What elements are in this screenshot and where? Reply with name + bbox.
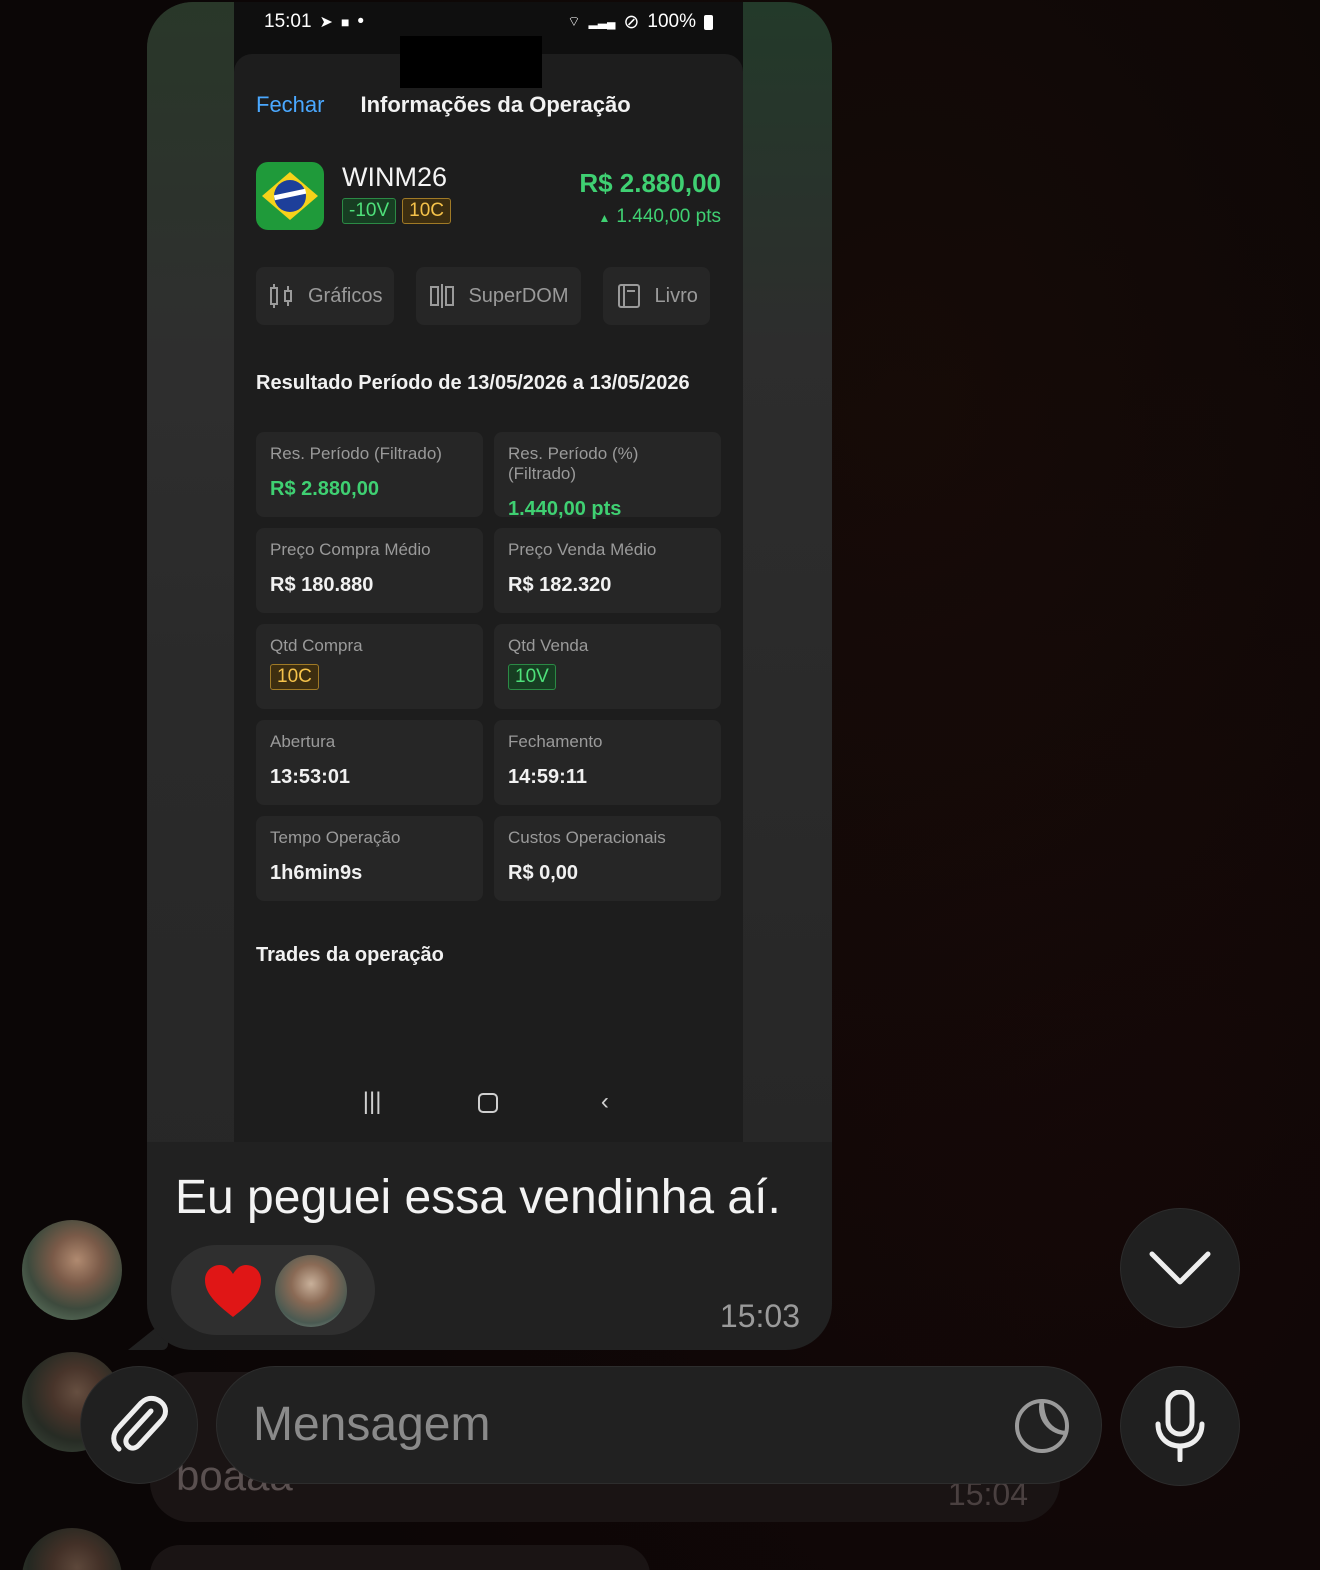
candlestick-chart-icon — [270, 284, 292, 308]
metric-value: 1.440,00 pts — [508, 498, 622, 520]
reaction-pill[interactable] — [171, 1245, 375, 1335]
status-time: 15:01 — [264, 11, 312, 32]
book-label: Livro — [654, 284, 698, 307]
metric-value: 14:59:11 — [508, 766, 587, 788]
brazil-flag-icon — [256, 162, 324, 230]
charts-label: Gráficos — [308, 284, 383, 307]
wifi-icon: ⌔ — [567, 13, 581, 29]
metric-label: Res. Período (%) (Filtrado) — [508, 444, 639, 483]
charts-button[interactable]: Gráficos — [256, 267, 395, 325]
asset-ticker: WINM26 — [342, 162, 448, 192]
operation-sheet: Fechar Informações da Operação WINM26 -1… — [234, 54, 743, 1142]
telegram-icon: ➤ — [319, 14, 333, 31]
sell-qty-tag: 10V — [508, 664, 556, 690]
attach-button[interactable] — [80, 1366, 198, 1484]
redaction-box — [400, 36, 542, 88]
metric-label: Preço Venda Médio — [508, 540, 657, 559]
tool-buttons: Gráficos SuperDOM Livro — [256, 267, 710, 325]
message-bubble[interactable] — [150, 1545, 650, 1570]
android-nav-bar: ||| ‹ — [234, 1062, 743, 1142]
metric-label: Qtd Venda — [508, 636, 589, 655]
book-button[interactable]: Livro — [602, 267, 710, 325]
metric-value: R$ 182.320 — [508, 574, 612, 596]
metric-value: R$ 180.880 — [270, 574, 374, 596]
message-bubble[interactable]: 15:01 ➤ ■ • ⌔ ▂▃▄ ⊘ 100% Fechar Informaç… — [147, 2, 832, 1350]
message-placeholder: Mensagem — [253, 1398, 491, 1451]
arrow-up-icon: ▲ — [598, 211, 611, 225]
superdom-label: SuperDOM — [468, 284, 569, 307]
metric-card: Res. Período (Filtrado) R$ 2.880,00 — [256, 432, 483, 517]
superdom-button[interactable]: SuperDOM — [416, 267, 581, 325]
metric-label: Tempo Operação — [270, 828, 401, 847]
metric-label: Qtd Compra — [270, 636, 363, 655]
sell-qty-tag: -10V — [342, 198, 397, 224]
battery-icon — [704, 14, 713, 30]
metrics-grid: Res. Período (Filtrado) R$ 2.880,00 Res.… — [256, 432, 721, 901]
close-button[interactable]: Fechar — [256, 92, 324, 118]
metric-label: Fechamento — [508, 732, 603, 751]
metric-value: 13:53:01 — [270, 766, 351, 788]
voice-button[interactable] — [1120, 1366, 1240, 1486]
trades-title: Trades da operação — [256, 944, 444, 966]
home-icon[interactable] — [468, 1082, 508, 1122]
result-points: ▲ 1.440,00 pts — [598, 206, 721, 227]
back-icon[interactable]: ‹ — [585, 1082, 625, 1122]
metric-card: Qtd Venda 10V — [494, 624, 721, 709]
metric-card: Preço Compra Médio R$ 180.880 — [256, 528, 483, 613]
metric-label: Abertura — [270, 732, 336, 751]
scroll-down-button[interactable] — [1120, 1208, 1240, 1328]
metric-value: 1h6min9s — [270, 862, 363, 884]
message-caption: Eu peguei essa vendinha aí. — [175, 1171, 781, 1224]
message-input[interactable]: Mensagem — [216, 1366, 1102, 1484]
attached-screenshot[interactable]: 15:01 ➤ ■ • ⌔ ▂▃▄ ⊘ 100% Fechar Informaç… — [234, 2, 743, 1142]
book-icon — [617, 284, 640, 308]
image-blur-right — [740, 2, 832, 1142]
metric-card: Abertura 13:53:01 — [256, 720, 483, 805]
buy-qty-tag: 10C — [270, 664, 319, 690]
metric-card: Preço Venda Médio R$ 182.320 — [494, 528, 721, 613]
metric-label: Custos Operacionais — [508, 828, 666, 847]
buy-qty-tag: 10C — [402, 198, 451, 224]
recents-icon[interactable]: ||| — [352, 1082, 392, 1122]
asset-header: WINM26 -10V 10C R$ 2.880,00 ▲ 1.440,00 pt… — [256, 162, 721, 234]
heart-icon — [205, 1265, 261, 1317]
sender-avatar[interactable] — [22, 1220, 122, 1320]
notification-dot-icon: • — [357, 11, 365, 32]
result-value: R$ 2.880,00 — [579, 168, 721, 198]
signal-icon: ▂▃▄ — [588, 15, 616, 29]
microphone-icon — [1155, 1390, 1205, 1462]
metric-card: Res. Período (%) (Filtrado) 1.440,00 pts — [494, 432, 721, 520]
reactor-avatar — [275, 1255, 347, 1327]
paperclip-icon — [111, 1395, 168, 1452]
metric-value: R$ 0,00 — [508, 862, 579, 884]
metric-card: Fechamento 14:59:11 — [494, 720, 721, 805]
superdom-icon — [430, 284, 455, 308]
sticker-icon[interactable] — [1013, 1397, 1071, 1455]
metric-card: Custos Operacionais R$ 0,00 — [494, 816, 721, 901]
chevron-down-icon — [1149, 1251, 1211, 1285]
metric-value: R$ 2.880,00 — [270, 478, 379, 500]
metric-card: Qtd Compra 10C — [256, 624, 483, 709]
period-title: Resultado Período de 13/05/2026 a 13/05/… — [256, 372, 690, 394]
metric-label: Res. Período (Filtrado) — [270, 444, 442, 463]
sheet-title: Informações da Operação — [360, 92, 631, 117]
metric-card: Tempo Operação 1h6min9s — [256, 816, 483, 901]
metric-label: Preço Compra Médio — [270, 540, 431, 559]
battery-level: 100% — [647, 11, 696, 32]
folder-icon: ■ — [340, 14, 350, 30]
dnd-icon: ⊘ — [623, 11, 640, 33]
message-time: 15:03 — [719, 1298, 800, 1334]
image-blur-left — [147, 2, 235, 1142]
